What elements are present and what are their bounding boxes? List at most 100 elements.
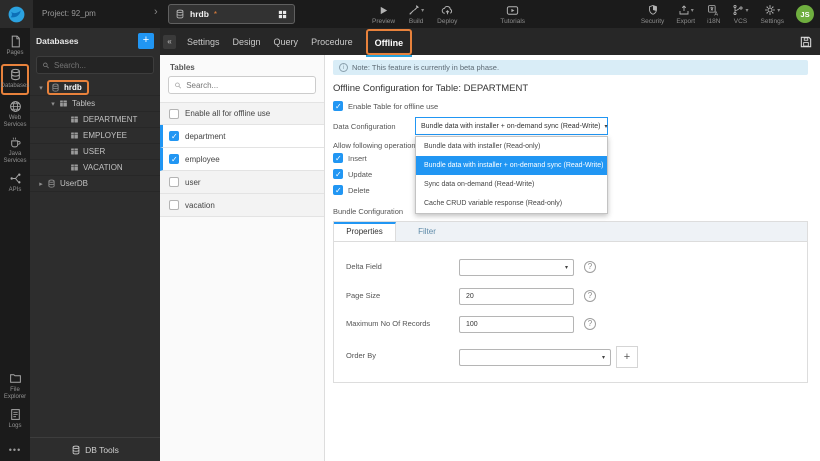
- sidebar-item-logs[interactable]: Logs: [1, 408, 29, 430]
- caret-down-icon[interactable]: ▾: [37, 84, 45, 92]
- help-icon[interactable]: ?: [584, 261, 596, 273]
- page-size-label: Page Size: [346, 291, 381, 300]
- sidebar-item-java-services[interactable]: Java Services: [1, 136, 29, 165]
- table-toggle-vacation[interactable]: vacation: [160, 194, 324, 217]
- user-avatar[interactable]: JS: [796, 5, 814, 23]
- modified-marker: *: [213, 9, 218, 19]
- page-size-input[interactable]: [459, 288, 574, 305]
- checkbox-checked[interactable]: [333, 185, 343, 195]
- add-database-button[interactable]: +: [138, 33, 154, 49]
- tab-properties[interactable]: Properties: [334, 222, 396, 241]
- dropdown-option[interactable]: Cache CRUD variable response (Read-only): [416, 194, 607, 213]
- tab-procedure[interactable]: Procedure: [311, 37, 353, 47]
- help-icon[interactable]: ?: [584, 290, 596, 302]
- tree-item-tables[interactable]: ▾ Tables: [30, 96, 160, 112]
- sidebar-item-apis[interactable]: APIs: [1, 172, 29, 194]
- vcs-button[interactable]: ▾ VCS: [732, 4, 749, 25]
- database-search[interactable]: [36, 56, 154, 74]
- page-icon: [9, 35, 22, 48]
- delta-field-select[interactable]: ▾: [459, 259, 574, 276]
- order-by-label: Order By: [346, 351, 377, 360]
- checkbox-checked[interactable]: [169, 154, 179, 164]
- tab-offline[interactable]: Offline: [375, 38, 404, 48]
- deploy-button[interactable]: Deploy: [437, 4, 457, 25]
- tab-design[interactable]: Design: [233, 37, 261, 47]
- tree-item-employee[interactable]: EMPLOYEE: [30, 128, 160, 144]
- tree-item-user[interactable]: USER: [30, 144, 160, 160]
- preview-button[interactable]: Preview: [372, 4, 395, 25]
- databases-panel-header: Databases +: [30, 28, 160, 54]
- tables-search-input[interactable]: [186, 80, 310, 90]
- chevron-down-icon: ▾: [745, 7, 749, 14]
- sidebar-item-web-services[interactable]: Web Services: [1, 100, 29, 129]
- logo-icon: [7, 5, 26, 24]
- checkbox-checked[interactable]: [169, 131, 179, 141]
- entity-selector[interactable]: hrdb *: [168, 4, 295, 24]
- collapse-panel-button[interactable]: «: [163, 34, 176, 49]
- data-configuration-dropdown: Bundle data with installer (Read-only) B…: [415, 136, 608, 214]
- sidebar-item-databases[interactable]: Databases: [1, 64, 29, 95]
- security-button[interactable]: Security: [641, 4, 664, 25]
- settings-button[interactable]: ▾ Settings: [761, 4, 784, 25]
- bundle-configuration-panel: Properties Filter Delta Field ▾ ? Page S…: [333, 221, 808, 383]
- dropdown-option[interactable]: Sync data on-demand (Read-Write): [416, 175, 607, 194]
- bundle-configuration-label: Bundle Configuration: [333, 207, 404, 216]
- dropdown-option[interactable]: Bundle data with installer (Read-only): [416, 137, 607, 156]
- tree-item-hrdb[interactable]: ▾ hrdb: [30, 80, 160, 96]
- tables-search[interactable]: [168, 76, 316, 94]
- operation-insert-row[interactable]: Insert: [333, 153, 367, 163]
- database-search-input[interactable]: [53, 60, 148, 70]
- add-order-by-button[interactable]: +: [616, 346, 638, 368]
- branch-icon: [732, 4, 744, 16]
- document-icon: [9, 408, 22, 421]
- checkbox-checked[interactable]: [333, 153, 343, 163]
- db-tools-button[interactable]: DB Tools: [30, 437, 160, 461]
- project-label: Project: 92_pm: [42, 9, 96, 18]
- table-toggle-user[interactable]: user: [160, 171, 324, 194]
- operation-update-row[interactable]: Update: [333, 169, 372, 179]
- order-by-select[interactable]: ▾: [459, 348, 611, 366]
- max-records-input[interactable]: [459, 316, 574, 333]
- tab-settings[interactable]: Settings: [187, 37, 220, 47]
- checkbox-checked[interactable]: [333, 101, 343, 111]
- grid-view-icon[interactable]: [277, 9, 288, 20]
- caret-down-icon[interactable]: ▾: [49, 100, 57, 108]
- dropdown-option-selected[interactable]: Bundle data with installer + on-demand s…: [416, 156, 607, 175]
- tutorial-highlight: Offline: [365, 28, 413, 57]
- bundle-tabs: Properties Filter: [334, 222, 807, 242]
- i18n-button[interactable]: i18N: [707, 4, 720, 25]
- save-icon[interactable]: [799, 35, 813, 49]
- help-icon[interactable]: ?: [584, 318, 596, 330]
- workspace-tabbar: « Settings Design Query Procedure Offlin…: [160, 28, 820, 57]
- info-icon: i: [339, 63, 348, 72]
- tree-item-userdb[interactable]: ▸ UserDB: [30, 176, 160, 192]
- search-icon: [42, 61, 50, 70]
- checkbox-unchecked[interactable]: [169, 108, 179, 119]
- tab-filter[interactable]: Filter: [396, 222, 458, 241]
- checkbox-unchecked[interactable]: [169, 177, 179, 187]
- folder-icon: [9, 372, 22, 385]
- translate-icon: [707, 4, 720, 17]
- checkbox-checked[interactable]: [333, 169, 343, 179]
- more-options-button[interactable]: •••: [9, 445, 21, 455]
- data-configuration-select[interactable]: Bundle data with installer + on-demand s…: [415, 117, 608, 135]
- tutorials-button[interactable]: Tutorials: [500, 4, 525, 25]
- database-icon: [175, 9, 185, 19]
- caret-right-icon[interactable]: ▸: [37, 180, 45, 188]
- table-toggle-department[interactable]: department: [160, 125, 324, 148]
- wavemaker-logo[interactable]: [0, 0, 33, 28]
- export-button[interactable]: ▾ Export: [676, 4, 695, 25]
- operation-delete-row[interactable]: Delete: [333, 185, 370, 195]
- shield-icon: [647, 4, 659, 16]
- table-toggle-employee[interactable]: employee: [160, 148, 324, 171]
- enable-table-checkbox-row[interactable]: Enable Table for offline use: [333, 101, 438, 111]
- build-button[interactable]: ▾ Build: [408, 4, 424, 25]
- order-by-group: ▾ +: [459, 346, 638, 368]
- enable-all-toggle[interactable]: Enable all for offline use: [160, 102, 324, 125]
- sidebar-item-pages[interactable]: Pages: [1, 35, 29, 57]
- tree-item-vacation[interactable]: VACATION: [30, 160, 160, 176]
- sidebar-item-file-explorer[interactable]: File Explorer: [1, 372, 29, 401]
- tree-item-department[interactable]: DEPARTMENT: [30, 112, 160, 128]
- tab-query[interactable]: Query: [274, 37, 299, 47]
- checkbox-unchecked[interactable]: [169, 200, 179, 210]
